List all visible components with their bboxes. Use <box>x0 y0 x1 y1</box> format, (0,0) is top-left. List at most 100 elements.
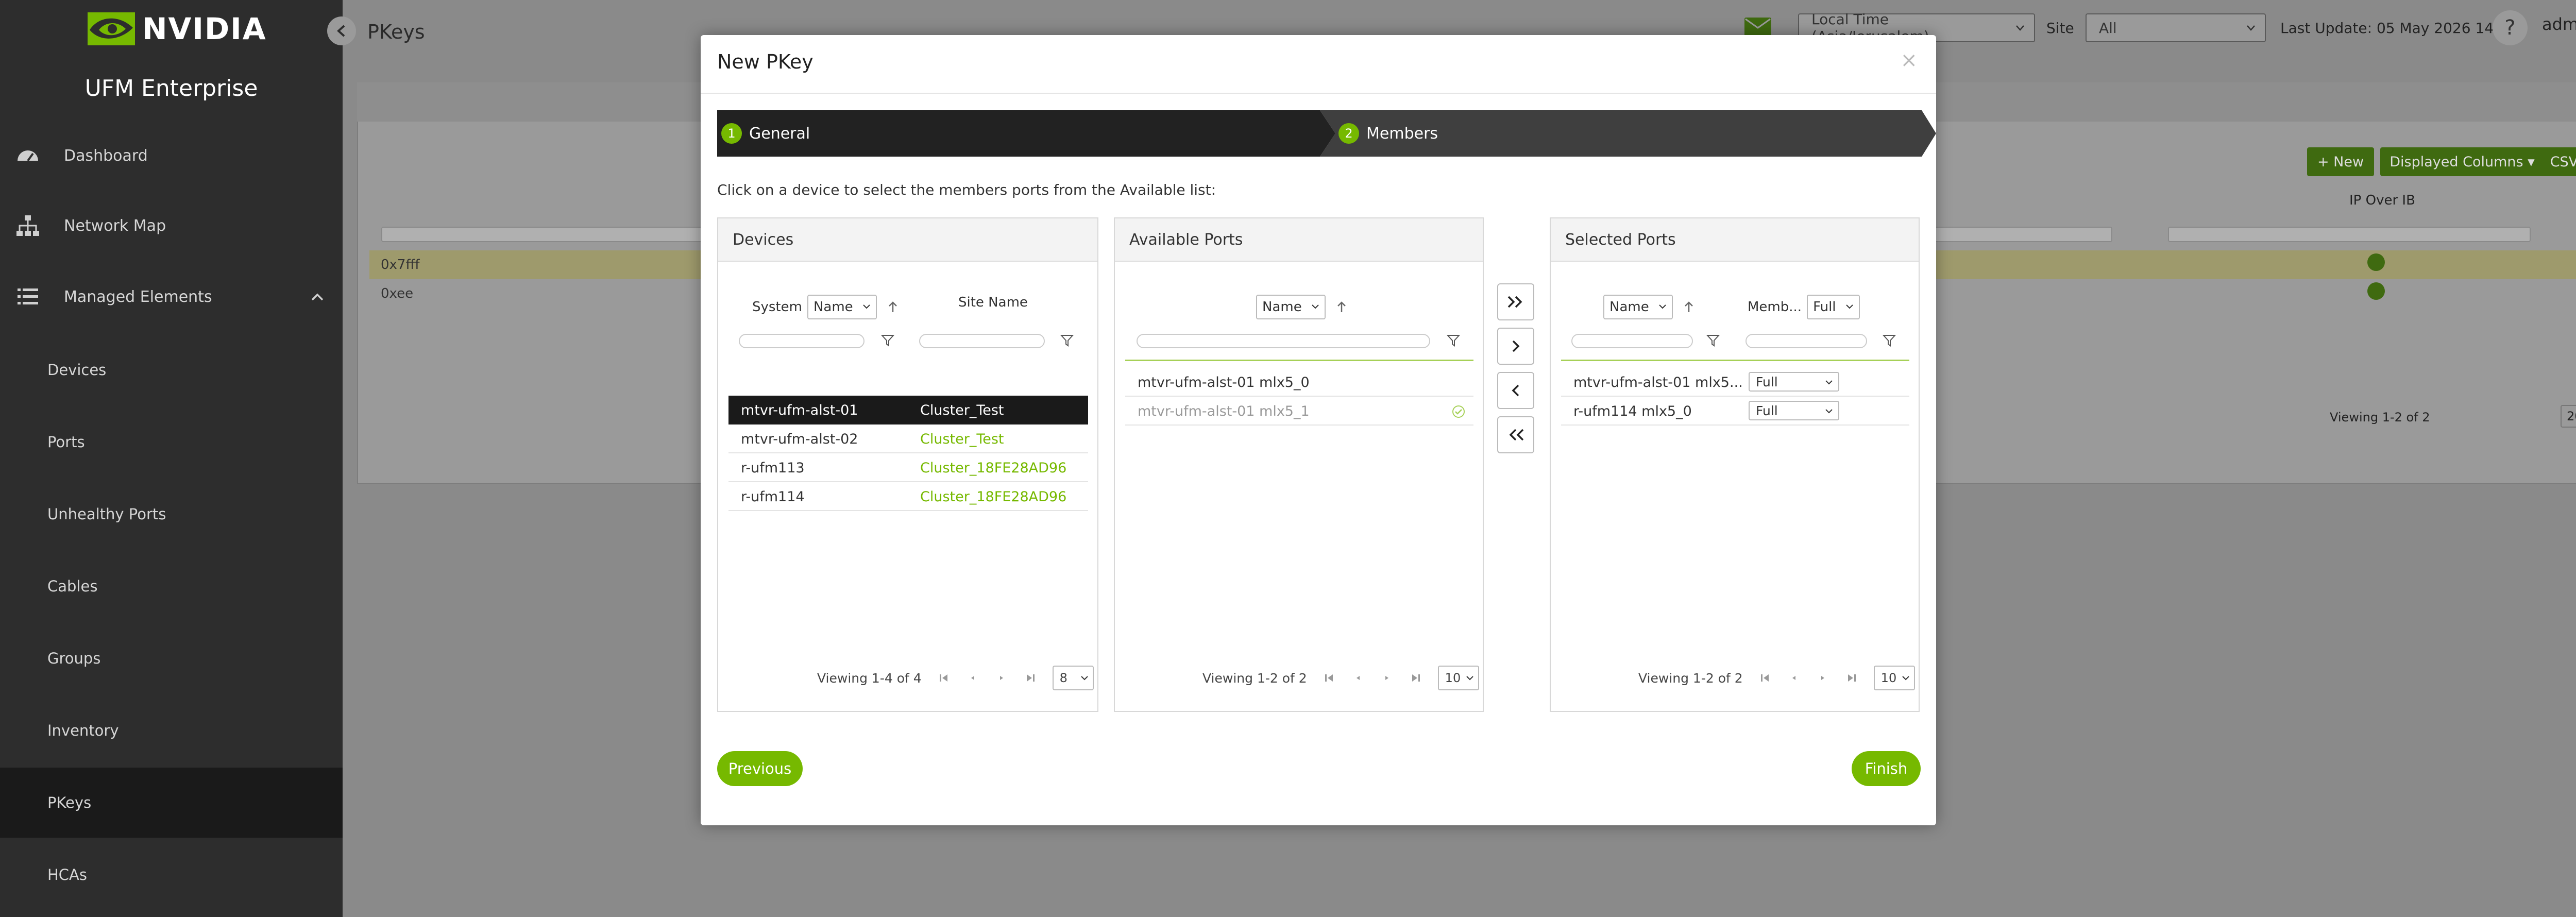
remove-all-button[interactable] <box>1497 416 1534 453</box>
selected-port-row[interactable]: mtvr-ufm-alst-01 mlx5... Full <box>1561 368 1909 397</box>
sidebar-item-label: Managed Elements <box>64 287 212 306</box>
membership-select[interactable]: Full <box>1749 372 1839 392</box>
nvidia-logo[interactable]: NVIDIA <box>88 12 267 45</box>
prev-page-icon[interactable] <box>1787 671 1801 685</box>
last-page-icon[interactable] <box>1024 671 1037 685</box>
wizard-background <box>717 110 1936 157</box>
available-port-row[interactable]: mtvr-ufm-alst-01 mlx5_0 <box>1125 368 1473 397</box>
sidebar-item-managed-elements[interactable]: Managed Elements <box>0 281 343 312</box>
selected-port-row[interactable]: r-ufm114 mlx5_0 Full <box>1561 397 1909 426</box>
filter-icon[interactable] <box>1883 334 1896 347</box>
available-port-row[interactable]: mtvr-ufm-alst-01 mlx5_1 <box>1125 397 1473 426</box>
pager-viewing: Viewing 1-2 of 2 <box>1638 670 1743 686</box>
check-icon <box>2367 253 2385 271</box>
page-size-select[interactable]: 10 <box>1873 666 1915 690</box>
list-icon <box>18 288 38 304</box>
sort-ascending-icon[interactable] <box>1683 301 1694 313</box>
device-row[interactable]: mtvr-ufm-alst-01 Cluster_Test <box>728 396 1088 424</box>
select-value: Full <box>1756 374 1778 389</box>
remove-button[interactable] <box>1497 372 1534 409</box>
sidebar-item-groups[interactable]: Groups <box>0 623 343 693</box>
filter-icon[interactable] <box>1706 334 1720 347</box>
next-page-icon[interactable] <box>1816 671 1829 685</box>
wizard-step-general[interactable]: 1 General <box>721 110 810 157</box>
column-header-name[interactable]: Name <box>1598 295 1694 319</box>
available-ports-pager: Viewing 1-2 of 2 10 <box>1202 666 1479 690</box>
wizard-steps: 1 General 2 Members <box>717 110 1938 157</box>
sidebar: NVIDIA UFM Enterprise Dashboard Network … <box>0 0 343 917</box>
device-system: mtvr-ufm-alst-02 <box>741 431 858 447</box>
membership-column-select[interactable]: Full <box>1807 295 1860 319</box>
device-site[interactable]: Cluster_18FE28AD96 <box>920 482 1066 511</box>
first-page-icon[interactable] <box>937 671 951 685</box>
prev-page-icon[interactable] <box>966 671 979 685</box>
previous-button[interactable]: Previous <box>717 751 803 786</box>
column-header-system[interactable]: System Name <box>752 295 899 319</box>
filter-input[interactable] <box>1571 334 1693 348</box>
filter-input[interactable] <box>739 334 865 348</box>
first-page-icon[interactable] <box>1323 671 1336 685</box>
device-site[interactable]: Cluster_Test <box>920 424 1004 453</box>
close-icon[interactable]: × <box>1900 48 1918 72</box>
step-number: 2 <box>1338 123 1359 144</box>
sidebar-item-unhealthy-ports[interactable]: Unhealthy Ports <box>0 479 343 549</box>
chevron-down-icon <box>2016 25 2024 31</box>
filter-icon[interactable] <box>1060 334 1074 347</box>
prev-page-icon[interactable] <box>1351 671 1365 685</box>
displayed-columns-button[interactable]: Displayed Columns ▾ <box>2380 147 2544 176</box>
page-size-select[interactable]: 8 <box>1052 666 1094 690</box>
next-page-icon[interactable] <box>1380 671 1394 685</box>
finish-button[interactable]: Finish <box>1852 751 1921 786</box>
sidebar-item-label: Network Map <box>64 216 166 235</box>
column-header-name[interactable]: Name <box>1251 295 1347 319</box>
sidebar-item-cables[interactable]: Cables <box>0 551 343 621</box>
page-size-select[interactable]: 20 <box>2561 405 2576 428</box>
sidebar-item-hcas[interactable]: HCAs <box>0 840 343 910</box>
page-size-select[interactable]: 10 <box>1437 666 1479 690</box>
add-all-button[interactable] <box>1497 283 1534 320</box>
sidebar-item-pkeys[interactable]: PKeys <box>0 768 343 838</box>
sidebar-item-ports[interactable]: Ports <box>0 407 343 477</box>
site-select[interactable]: All <box>2086 13 2266 42</box>
filter-icon[interactable] <box>1447 334 1460 347</box>
filter-input[interactable] <box>2168 227 2531 242</box>
sidebar-item-network-map[interactable]: Network Map <box>0 210 343 241</box>
next-page-icon[interactable] <box>995 671 1008 685</box>
first-page-icon[interactable] <box>1758 671 1772 685</box>
device-site[interactable]: Cluster_18FE28AD96 <box>920 453 1066 482</box>
new-pkey-button[interactable]: + New <box>2307 147 2374 176</box>
filter-input[interactable] <box>1745 334 1867 348</box>
last-page-icon[interactable] <box>1845 671 1858 685</box>
device-row[interactable]: r-ufm113 Cluster_18FE28AD96 <box>728 453 1088 482</box>
name-column-select[interactable]: Name <box>1603 295 1673 319</box>
add-button[interactable] <box>1497 328 1534 365</box>
sidebar-item-devices[interactable]: Devices <box>0 335 343 405</box>
devices-panel: Devices System Name Site Name mtvr-ufm-a… <box>717 217 1098 712</box>
filter-icon[interactable] <box>881 334 894 347</box>
sort-ascending-icon[interactable] <box>1336 301 1347 313</box>
chevron-right-icon <box>1512 340 1520 352</box>
wizard-step-members[interactable]: 2 Members <box>1338 110 1438 157</box>
mail-icon[interactable] <box>1744 18 1771 36</box>
sidebar-collapse-button[interactable] <box>327 16 356 45</box>
filter-input[interactable] <box>919 334 1045 348</box>
system-column-select[interactable]: Name <box>807 295 877 319</box>
help-button[interactable]: ? <box>2493 10 2528 45</box>
column-header-membership[interactable]: Memb... Full <box>1748 295 1865 319</box>
selected-ports-panel: Selected Ports Name Memb... Full mtvr-uf… <box>1550 217 1920 712</box>
column-header-ip-over-ib[interactable]: IP Over IB <box>2349 193 2415 208</box>
sort-ascending-icon[interactable] <box>887 301 899 313</box>
filter-input[interactable] <box>1137 334 1430 348</box>
sidebar-item-dashboard[interactable]: Dashboard <box>0 140 343 171</box>
devices-title: Devices <box>718 218 1097 262</box>
last-page-icon[interactable] <box>1409 671 1422 685</box>
name-column-select[interactable]: Name <box>1256 295 1326 319</box>
user-menu[interactable]: admin <box>2542 14 2576 34</box>
sidebar-item-inventory[interactable]: Inventory <box>0 695 343 766</box>
device-row[interactable]: mtvr-ufm-alst-02 Cluster_Test <box>728 424 1088 453</box>
column-header-site-name[interactable]: Site Name <box>958 295 1028 310</box>
csv-button[interactable]: CSV ▾ <box>2540 147 2576 176</box>
membership-select[interactable]: Full <box>1749 401 1839 420</box>
device-row[interactable]: r-ufm114 Cluster_18FE28AD96 <box>728 482 1088 511</box>
chevron-up-icon[interactable] <box>310 292 325 302</box>
